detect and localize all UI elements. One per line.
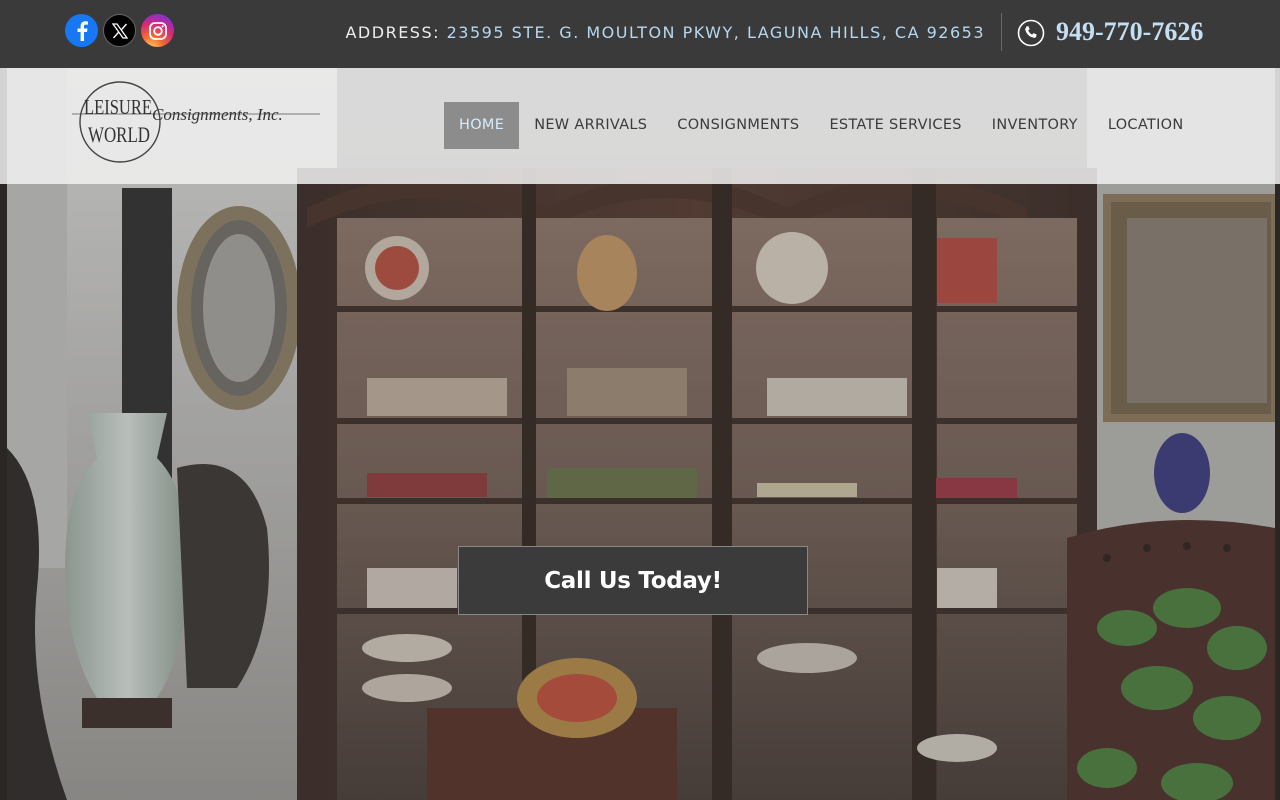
nav-inventory[interactable]: INVENTORY — [977, 102, 1093, 149]
logo-tagline: Consignments, Inc. — [152, 105, 283, 124]
nav-new-arrivals[interactable]: NEW ARRIVALS — [519, 102, 662, 149]
nav-location[interactable]: LOCATION — [1093, 102, 1199, 149]
phone-icon — [1017, 19, 1045, 47]
nav-consignments[interactable]: CONSIGNMENTS — [662, 102, 814, 149]
nav-estate-services[interactable]: ESTATE SERVICES — [814, 102, 976, 149]
nav-home[interactable]: HOME — [444, 102, 520, 149]
divider — [1001, 13, 1002, 51]
address-label: ADDRESS: — [345, 23, 440, 42]
call-us-button[interactable]: Call Us Today! — [458, 546, 808, 615]
instagram-icon[interactable] — [141, 14, 174, 47]
facebook-icon[interactable] — [65, 14, 98, 47]
phone-number[interactable]: 949-770-7626 — [1056, 15, 1203, 49]
top-bar: ADDRESS: 23595 STE. G. MOULTON PKWY, LAG… — [0, 0, 1280, 68]
logo-word-world: WORLD — [88, 122, 150, 147]
main-header: LEISURE WORLD Consignments, Inc. HOME NE… — [0, 68, 1280, 184]
x-icon[interactable] — [103, 14, 136, 47]
main-nav: HOME NEW ARRIVALS CONSIGNMENTS ESTATE SE… — [444, 102, 1199, 149]
address-value[interactable]: 23595 STE. G. MOULTON PKWY, LAGUNA HILLS… — [447, 23, 985, 42]
logo-word-leisure: LEISURE — [84, 95, 152, 119]
address: ADDRESS: 23595 STE. G. MOULTON PKWY, LAG… — [345, 23, 985, 43]
logo[interactable]: LEISURE WORLD Consignments, Inc. — [70, 80, 330, 172]
